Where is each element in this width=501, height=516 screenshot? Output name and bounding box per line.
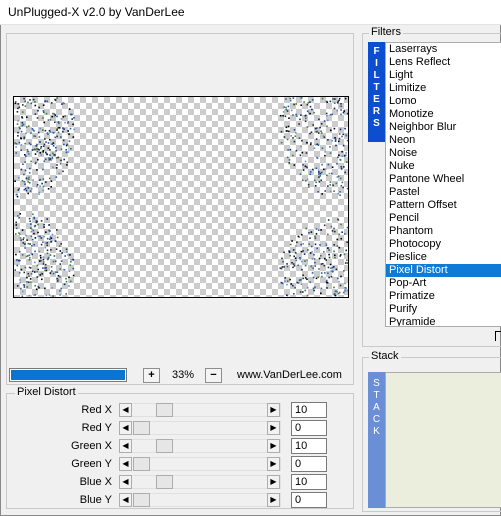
- filter-list-item[interactable]: Nuke: [386, 160, 501, 173]
- slider-right-arrow-icon[interactable]: ▶: [267, 403, 280, 417]
- param-row: Green Y ◀ ▶ 0: [7, 456, 353, 474]
- param-label: Green Y: [71, 458, 112, 470]
- param-row: Red Y ◀ ▶ 0: [7, 420, 353, 438]
- strip-letter: T: [373, 390, 380, 401]
- slider-left-arrow-icon[interactable]: ◀: [119, 457, 132, 471]
- preview-canvas[interactable]: [13, 96, 349, 298]
- slider-left-arrow-icon[interactable]: ◀: [119, 475, 132, 489]
- filter-list-item[interactable]: Light: [386, 69, 501, 82]
- param-label: Green X: [71, 440, 112, 452]
- zoom-out-button[interactable]: −: [205, 368, 222, 383]
- stack-area[interactable]: [385, 372, 501, 508]
- strip-letter: S: [373, 118, 380, 129]
- slider-left-arrow-icon[interactable]: ◀: [119, 439, 132, 453]
- filter-list-item[interactable]: Pastel: [386, 186, 501, 199]
- strip-letter: R: [372, 106, 381, 117]
- slider-track[interactable]: [119, 475, 281, 489]
- slider-thumb[interactable]: [156, 403, 173, 417]
- filter-list-item[interactable]: Pencil: [386, 212, 501, 225]
- strip-letter: E: [373, 94, 380, 105]
- param-value-field[interactable]: 0: [291, 492, 327, 508]
- param-row: Blue Y ◀ ▶ 0: [7, 492, 353, 510]
- param-value-field[interactable]: 10: [291, 474, 327, 490]
- filter-list-item[interactable]: Pixel Distort: [386, 264, 501, 277]
- filter-list-item[interactable]: Purify: [386, 303, 501, 316]
- preview-panel: [6, 33, 354, 385]
- param-label: Blue Y: [79, 494, 112, 506]
- param-label: Blue X: [79, 476, 112, 488]
- stack-group-title: Stack: [369, 350, 401, 362]
- window-title: UnPlugged-X v2.0 by VanDerLee: [8, 5, 185, 19]
- strip-letter: S: [373, 378, 380, 389]
- filter-list-item[interactable]: Monotize: [386, 108, 501, 121]
- stack-strip: STACK: [368, 372, 385, 508]
- stack-group: Stack STACK: [362, 350, 501, 512]
- filter-list-item[interactable]: Neon: [386, 134, 501, 147]
- filter-list-item[interactable]: Lens Reflect: [386, 56, 501, 69]
- noise-overlay: [14, 97, 348, 297]
- filters-list[interactable]: Laserrays Lens Reflect Light Limitize Lomo Mo…: [385, 42, 501, 327]
- filter-list-item[interactable]: Pop-Art: [386, 277, 501, 290]
- progress-fill: [11, 370, 125, 380]
- strip-letter: C: [372, 414, 381, 425]
- strip-letter: K: [373, 426, 380, 437]
- slider-right-arrow-icon[interactable]: ▶: [267, 421, 280, 435]
- filters-group: Filters FILTERS Laserrays Lens Reflect Lig…: [362, 26, 501, 347]
- slider-left-arrow-icon[interactable]: ◀: [119, 493, 132, 507]
- strip-letter: T: [373, 82, 380, 93]
- filter-list-item[interactable]: Phantom: [386, 225, 501, 238]
- param-value-field[interactable]: 0: [291, 456, 327, 472]
- filter-list-item[interactable]: Pantone Wheel: [386, 173, 501, 186]
- param-row: Green X ◀ ▶ 10: [7, 438, 353, 456]
- filters-group-title: Filters: [369, 26, 403, 38]
- filter-list-item[interactable]: Pieslice: [386, 251, 501, 264]
- slider-track[interactable]: [119, 439, 281, 453]
- slider-thumb[interactable]: [133, 457, 150, 471]
- slider-thumb[interactable]: [156, 475, 173, 489]
- strip-letter: L: [373, 70, 380, 81]
- param-row: Red X ◀ ▶ 10: [7, 402, 353, 420]
- parameters-group: Pixel Distort Red X ◀ ▶ 10 Red Y ◀ ▶ 0 Green X ◀ ▶…: [6, 386, 354, 510]
- param-value-field[interactable]: 10: [291, 438, 327, 454]
- filter-list-item[interactable]: Photocopy: [386, 238, 501, 251]
- zoom-in-button[interactable]: +: [143, 368, 160, 383]
- strip-letter: F: [373, 46, 380, 57]
- slider-right-arrow-icon[interactable]: ▶: [267, 493, 280, 507]
- plugin-window: + 33% − www.VanDerLee.com Pixel Distort …: [0, 25, 501, 516]
- filter-list-item[interactable]: Lomo: [386, 95, 501, 108]
- param-value-field[interactable]: 10: [291, 402, 327, 418]
- zoom-progress-bar: [9, 368, 127, 382]
- filter-list-item[interactable]: Limitize: [386, 82, 501, 95]
- slider-thumb[interactable]: [156, 439, 173, 453]
- filter-list-item[interactable]: Laserrays: [386, 43, 501, 56]
- filter-list-item[interactable]: Noise: [386, 147, 501, 160]
- slider-right-arrow-icon[interactable]: ▶: [267, 475, 280, 489]
- filter-list-item[interactable]: Primatize: [386, 290, 501, 303]
- title-bar: UnPlugged-X v2.0 by VanDerLee: [0, 0, 501, 25]
- slider-left-arrow-icon[interactable]: ◀: [119, 403, 132, 417]
- zoom-value: 33%: [171, 369, 195, 381]
- param-label: Red X: [81, 404, 112, 416]
- slider-thumb[interactable]: [133, 493, 150, 507]
- param-value-field[interactable]: 0: [291, 420, 327, 436]
- filter-list-item[interactable]: Pyramide: [386, 316, 501, 326]
- strip-letter: I: [375, 58, 378, 69]
- slider-right-arrow-icon[interactable]: ▶: [267, 439, 280, 453]
- resize-corner-icon: [495, 331, 501, 341]
- filter-list-item[interactable]: Pattern Offset: [386, 199, 501, 212]
- parameters-group-title: Pixel Distort: [15, 386, 78, 398]
- slider-track[interactable]: [119, 403, 281, 417]
- slider-left-arrow-icon[interactable]: ◀: [119, 421, 132, 435]
- filter-list-item[interactable]: Neighbor Blur: [386, 121, 501, 134]
- slider-right-arrow-icon[interactable]: ▶: [267, 457, 280, 471]
- filters-strip: FILTERS: [368, 42, 385, 142]
- website-link[interactable]: www.VanDerLee.com: [237, 369, 342, 381]
- strip-letter: A: [373, 402, 380, 413]
- param-label: Red Y: [81, 422, 112, 434]
- slider-thumb[interactable]: [133, 421, 150, 435]
- param-row: Blue X ◀ ▶ 10: [7, 474, 353, 492]
